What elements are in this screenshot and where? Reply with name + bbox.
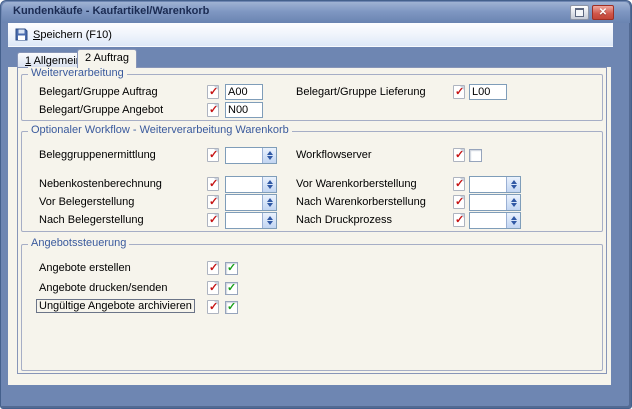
spinner-updown-icon[interactable]	[262, 148, 276, 163]
nebenkosten-spinner-field[interactable]	[225, 176, 277, 193]
spinner-updown-icon[interactable]	[262, 177, 276, 192]
input-belegart-gruppe-lieferung[interactable]	[469, 84, 507, 100]
beleggruppenermittlung-spinner-field[interactable]	[225, 147, 277, 164]
group-workflow-title: Optionaler Workflow - Weiterverarbeitung…	[28, 124, 292, 136]
validator-icon[interactable]	[207, 300, 219, 314]
validator-icon[interactable]	[207, 85, 219, 99]
label-nach-warenkorberstellung: Nach Warenkorberstellung	[296, 196, 426, 208]
spinner-updown-icon[interactable]	[262, 195, 276, 210]
titlebar: Kundenkäufe - Kaufartikel/Warenkorb	[2, 2, 630, 23]
validator-icon[interactable]	[207, 261, 219, 275]
app-window: Kundenkäufe - Kaufartikel/Warenkorb ✕ Sp…	[0, 0, 632, 409]
nach-beleg-input[interactable]	[226, 213, 262, 228]
nach-druck-input[interactable]	[470, 213, 506, 228]
label-nebenkostenberechnung: Nebenkostenberechnung	[39, 178, 162, 190]
maximize-button[interactable]	[570, 5, 589, 20]
save-button-label: Speichern (F10)	[33, 29, 112, 41]
label-ungueltige-angebote-archivieren: Ungültige Angebote archivieren	[36, 299, 195, 313]
label-vor-warenkorberstellung: Vor Warenkorberstellung	[296, 178, 417, 190]
validator-icon[interactable]	[207, 195, 219, 209]
label-belegart-gruppe-lieferung: Belegart/Gruppe Lieferung	[296, 86, 426, 98]
maximize-icon	[575, 8, 584, 17]
label-angebote-erstellen: Angebote erstellen	[39, 262, 131, 274]
workflowserver-checkbox[interactable]	[469, 149, 482, 162]
label-beleggruppenermittlung: Beleggruppenermittlung	[39, 149, 156, 161]
label-workflowserver: Workflowserver	[296, 149, 372, 161]
beleggruppenermittlung-input[interactable]	[226, 148, 262, 163]
label-belegart-gruppe-angebot: Belegart/Gruppe Angebot	[39, 104, 163, 116]
validator-icon[interactable]	[207, 281, 219, 295]
label-nach-druckprozess: Nach Druckprozess	[296, 214, 392, 226]
validator-icon[interactable]	[207, 103, 219, 117]
spinner-updown-icon[interactable]	[506, 213, 520, 228]
close-button[interactable]: ✕	[592, 5, 614, 20]
validator-icon[interactable]	[207, 213, 219, 227]
validator-icon[interactable]	[453, 85, 465, 99]
close-icon: ✕	[599, 8, 607, 18]
window-title: Kundenkäufe - Kaufartikel/Warenkorb	[13, 5, 209, 17]
vor-beleg-input[interactable]	[226, 195, 262, 210]
save-icon	[15, 28, 28, 41]
group-angebotssteuerung-title: Angebotssteuerung	[28, 237, 129, 249]
label-belegart-gruppe-auftrag: Belegart/Gruppe Auftrag	[39, 86, 158, 98]
nach-druck-spinner-field[interactable]	[469, 212, 521, 229]
spinner-updown-icon[interactable]	[506, 195, 520, 210]
input-belegart-gruppe-auftrag[interactable]	[225, 84, 263, 100]
vor-warenkorb-input[interactable]	[470, 177, 506, 192]
angebote-erstellen-checkbox[interactable]	[225, 262, 238, 275]
nach-warenkorb-input[interactable]	[470, 195, 506, 210]
nach-warenkorb-spinner-field[interactable]	[469, 194, 521, 211]
toolbar: Speichern (F10)	[8, 23, 613, 47]
validator-icon[interactable]	[207, 148, 219, 162]
nebenkosten-input[interactable]	[226, 177, 262, 192]
label-nach-belegerstellung: Nach Belegerstellung	[39, 214, 144, 226]
input-belegart-gruppe-angebot[interactable]	[225, 102, 263, 118]
group-weiterverarbeitung-title: Weiterverarbeitung	[28, 67, 127, 79]
angebote-archivieren-checkbox[interactable]	[225, 301, 238, 314]
validator-icon[interactable]	[453, 213, 465, 227]
save-button[interactable]: Speichern (F10)	[8, 23, 119, 46]
validator-icon[interactable]	[453, 148, 465, 162]
label-vor-belegerstellung: Vor Belegerstellung	[39, 196, 134, 208]
angebote-drucken-checkbox[interactable]	[225, 282, 238, 295]
spinner-updown-icon[interactable]	[506, 177, 520, 192]
spinner-updown-icon[interactable]	[262, 213, 276, 228]
validator-icon[interactable]	[453, 195, 465, 209]
nach-beleg-spinner-field[interactable]	[225, 212, 277, 229]
label-angebote-drucken-senden: Angebote drucken/senden	[39, 282, 167, 294]
vor-beleg-spinner-field[interactable]	[225, 194, 277, 211]
tab-auftrag[interactable]: 2 Auftrag	[77, 49, 137, 68]
validator-icon[interactable]	[453, 177, 465, 191]
validator-icon[interactable]	[207, 177, 219, 191]
vor-warenkorb-spinner-field[interactable]	[469, 176, 521, 193]
